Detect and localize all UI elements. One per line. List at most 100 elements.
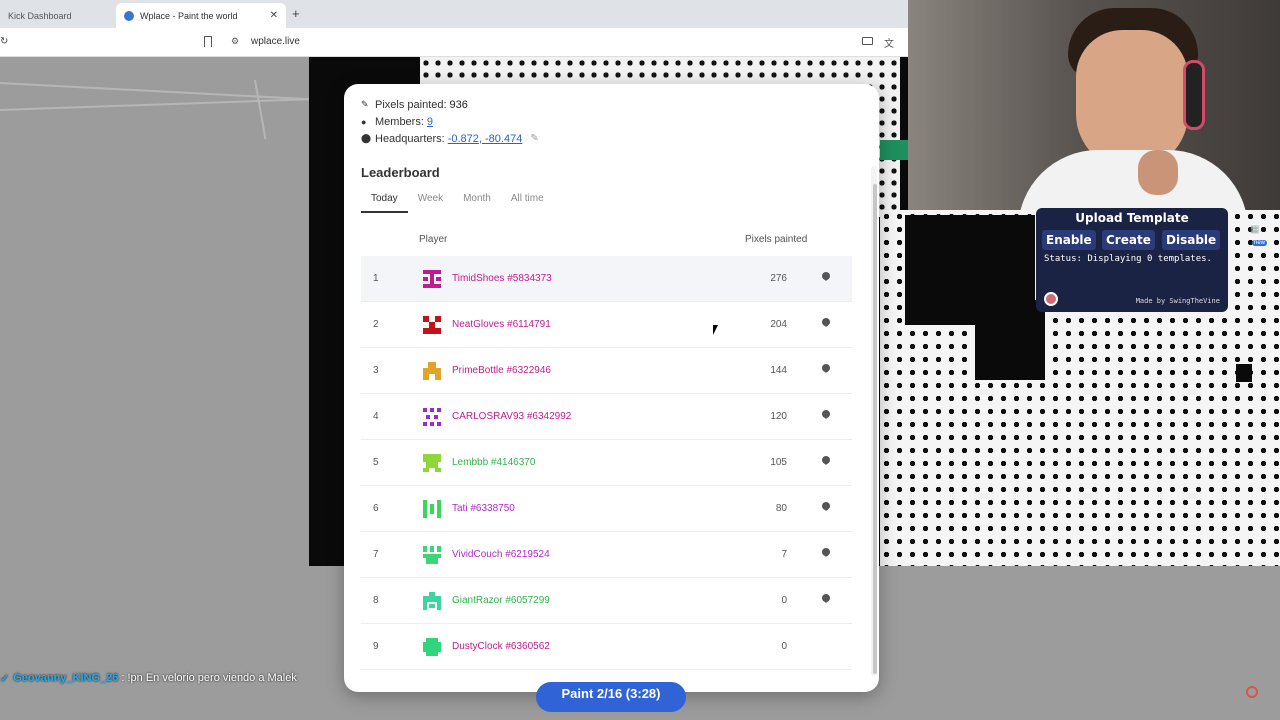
player-name[interactable]: TimidShoes #5834373 [452,273,552,284]
row-rank: 9 [373,641,379,652]
player-avatar-icon [423,592,441,610]
globe-icon [124,10,134,21]
row-rank: 1 [373,273,379,284]
player-name[interactable]: Tati #6338750 [452,503,515,514]
cast-icon[interactable] [862,37,873,45]
create-button[interactable]: Create [1102,230,1155,250]
table-row[interactable]: 8 GiantRazor #6057299 0 [361,578,852,624]
translate-icon[interactable]: 文 [884,35,894,50]
template-status: Status: Displaying 0 templates. [1044,254,1212,264]
location-pin-icon: ⬤ [361,133,372,143]
pixels-count: 144 [770,365,787,376]
streamer-face [1076,30,1188,170]
headquarters-stat: ⬤ Headquarters: -0.872, -80.474 ✎ [361,132,539,145]
player-name[interactable]: VividCouch #6219524 [452,549,550,560]
tab-label: Kick Dashboard [8,10,72,21]
player-name[interactable]: GiantRazor #6057299 [452,595,550,606]
tab-today[interactable]: Today [361,189,408,213]
upload-template-button[interactable]: Upload Template [1036,211,1228,225]
tab-label: Wplace - Paint the world [140,10,238,21]
browser-tab-bar: Kick Dashboard Wplace - Paint the world … [0,0,908,28]
widget-logo-icon [1044,292,1058,306]
row-rank: 5 [373,457,379,468]
disable-button[interactable]: Disable [1162,230,1221,250]
player-name[interactable]: NeatGloves #6114791 [452,319,551,330]
pencil-icon[interactable]: ✎ [530,133,538,144]
scrollbar-thumb[interactable] [873,184,877,674]
map-road [0,82,320,101]
table-row[interactable]: 3 PrimeBottle #6322946 144 [361,348,852,394]
player-name[interactable]: Lembbb #4146370 [452,457,535,468]
pixels-count: 7 [781,549,787,560]
player-name[interactable]: PrimeBottle #6322946 [452,365,551,376]
table-row[interactable]: 4 CARLOSRAV93 #6342992 120 [361,394,852,440]
alliance-stats: ✎ Pixels painted: 936 ● Members: 9 ⬤ Hea… [361,96,539,147]
location-pin-icon[interactable] [822,502,830,512]
location-pin-icon[interactable] [822,272,830,282]
player-avatar-icon [423,362,441,380]
members-link[interactable]: 9 [427,116,433,128]
chat-message: ✓ Geovanny_KING_26 : !pn En velorio pero… [0,669,297,687]
new-badge: new [1252,240,1268,246]
members-stat: ● Members: 9 [361,115,434,128]
site-settings-icon[interactable]: ⚙ [231,36,239,47]
row-rank: 2 [373,319,379,330]
record-icon [1246,686,1258,698]
table-row[interactable]: 1 TimidShoes #5834373 276 [361,256,852,302]
table-row[interactable]: 5 Lembbb #4146370 105 [361,440,852,486]
tab-wplace[interactable]: Wplace - Paint the world ✕ [116,3,286,28]
alliance-modal: ✎ Pixels painted: 936 ● Members: 9 ⬤ Hea… [344,84,879,692]
headquarters-link[interactable]: -0.872, -80.474 [448,133,523,145]
new-tab-button[interactable]: + [292,6,300,21]
tab-week[interactable]: Week [408,189,453,213]
location-pin-icon[interactable] [822,410,830,420]
pixel-art-block [975,300,1045,380]
tab-all-time[interactable]: All time [501,189,554,213]
template-widget: Upload Template Enable Create Disable St… [1036,208,1228,312]
pixels-count: 105 [770,457,787,468]
location-pin-icon[interactable] [822,318,830,328]
table-row[interactable]: 2 NeatGloves #6114791 204 [361,302,852,348]
table-row[interactable]: 7 VividCouch #6219524 7 [361,532,852,578]
player-avatar-icon [423,500,441,518]
pixels-count: 80 [775,503,787,514]
row-rank: 3 [373,365,379,376]
leaderboard-title: Leaderboard [361,165,440,180]
map-area[interactable] [0,57,320,720]
pixels-count: 0 [781,595,787,606]
location-pin-icon[interactable] [822,594,830,604]
close-icon[interactable]: ✕ [270,10,278,21]
address-bar: ↻ ⚙ wplace.live 文 [0,28,908,57]
bookmark-icon[interactable] [204,36,212,47]
leaderboard-tabs: Today Week Month All time [361,189,554,213]
player-name[interactable]: DustyClock #6360562 [452,641,550,652]
person-icon: ● [361,116,367,127]
map-road [254,79,267,140]
table-row[interactable]: 9 DustyClock #6360562 0 [361,624,852,670]
location-pin-icon[interactable] [822,364,830,374]
player-avatar-icon [423,454,441,472]
enable-button[interactable]: Enable [1042,230,1096,250]
table-row[interactable]: 6 Tati #6338750 80 [361,486,852,532]
reload-icon[interactable]: ↻ [0,36,8,47]
webcam-overlay [908,0,1280,210]
chat-badge-icon: ✓ [0,672,10,685]
chat-username: Geovanny_KING_26 [13,672,119,684]
player-name[interactable]: CARLOSRAV93 #6342992 [452,411,571,422]
location-pin-icon[interactable] [822,548,830,558]
paint-button[interactable]: Paint 2/16 (3:28) [536,682,686,712]
tab-kick-dashboard[interactable]: Kick Dashboard [0,3,112,28]
url-field[interactable]: wplace.live [251,36,300,47]
tab-month[interactable]: Month [453,189,501,213]
location-pin-icon[interactable] [822,456,830,466]
pixels-painted-value: 936 [449,98,468,111]
pixels-count: 276 [770,273,787,284]
player-avatar-icon [423,546,441,564]
headphones [1183,60,1205,130]
pixel-art-block [1236,364,1252,382]
streamer-hand [1138,150,1178,195]
pixels-count: 204 [770,319,787,330]
pixels-count: 0 [781,641,787,652]
pixel-art-pattern [420,57,660,85]
player-avatar-icon [423,408,441,426]
